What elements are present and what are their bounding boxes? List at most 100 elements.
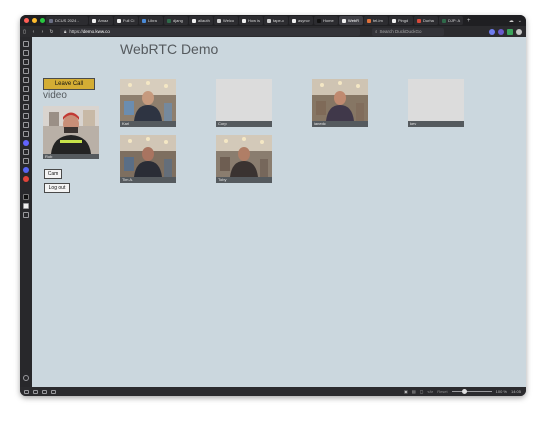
tab-label: asyncr [298,18,310,23]
extension-icon-1[interactable] [489,28,495,35]
browser-sidebar [20,37,32,387]
chat-icon[interactable] [23,104,29,110]
browser-tab[interactable]: Amaz [89,16,113,25]
tab-favicon-icon [317,18,321,23]
browser-tab[interactable]: Durha [414,16,438,25]
profile-avatar[interactable] [516,28,522,35]
bookmarks-icon[interactable] [23,41,29,47]
web-panel-icon-2[interactable] [23,176,29,182]
tab-list: DCUS 2024 - Amaz Full Ci Libra djang allauth W… [46,16,464,25]
browser-tab[interactable]: tel-im [364,16,388,25]
window-panel-icon[interactable] [23,95,29,101]
translate-icon[interactable] [23,149,29,155]
search-field[interactable]: ⌕ Search DuckDuckGo [372,27,444,36]
x-icon[interactable] [23,194,29,200]
tab-favicon-icon [292,18,296,23]
tab-label: tel-im [373,18,383,23]
window-menu-icon[interactable]: ⌄ [518,18,522,24]
mastodon-icon[interactable] [23,140,29,146]
tab-favicon-icon [267,18,271,23]
web-panel-icon-3[interactable] [23,203,29,209]
tab-label: djang [173,18,183,23]
browser-tab[interactable]: How is [239,16,263,25]
extension-icon-2[interactable] [498,28,504,35]
capture-status-icon[interactable] [51,389,56,394]
tab-label: Home [323,18,334,23]
browser-tab[interactable]: DJP: A [439,16,463,25]
browser-tab[interactable]: asyncr [289,16,313,25]
logout-button[interactable]: Log out [44,183,70,193]
tab-favicon-icon [92,18,96,23]
participant-name-label: ianedc [312,121,368,127]
tab-favicon-icon [392,18,396,23]
tab-label: Full Ci [123,18,135,23]
capture-icon[interactable] [23,86,29,92]
tab-favicon-icon [342,18,346,23]
minimize-window-icon[interactable] [32,18,37,23]
maximize-window-icon[interactable] [40,18,45,23]
tab-tiling-icon[interactable] [42,389,47,394]
leave-call-button[interactable]: Leave Call [43,78,95,90]
participant-name-label: kev [408,121,464,127]
tab-label: allauth [198,18,210,23]
tab-favicon-icon [367,18,371,23]
close-window-icon[interactable] [24,18,29,23]
sidebar-toggle-icon[interactable]: ▯ [20,29,29,35]
cloud-sync-icon[interactable] [33,389,38,394]
tab-label: Amaz [98,18,109,23]
tab-label: How is [248,18,261,23]
browser-tab[interactable]: Full Ci [114,16,138,25]
new-tab-button[interactable]: + [464,18,474,24]
browser-tab[interactable]: DCUS 2024 - [46,16,88,25]
tab-strip: DCUS 2024 - Amaz Full Ci Libra djang allauth W… [20,15,526,26]
window-icon[interactable]: ▢ [420,389,424,394]
browser-tab[interactable]: WebR [339,16,363,25]
cam-button[interactable]: Cam [44,169,62,179]
zoom-reset-button[interactable]: Reset [437,389,447,394]
reload-icon[interactable]: ↻ [47,29,56,35]
tab-favicon-icon [167,18,171,23]
back-icon[interactable]: ‹ [29,29,38,35]
code-icon[interactable]: </> [427,389,433,394]
participant-video [216,135,272,177]
tasks-icon[interactable] [23,158,29,164]
web-panel-icon-1[interactable] [23,167,29,173]
browser-tab[interactable]: djang [164,16,188,25]
status-bar: ▣ ▤ ▢ </> Reset 100 % 14:05 [20,387,526,396]
browser-tab[interactable]: Welco [214,16,238,25]
participant-tile: Tim A. [120,135,176,183]
status-right-tools: ▣ ▤ ▢ </> Reset 100 % 14:05 [404,389,526,394]
self-name-label: Rob [43,154,99,159]
browser-tab[interactable]: Pingd [389,16,413,25]
feeds-icon[interactable] [23,131,29,137]
extension-icon-3[interactable] [507,28,513,35]
browser-tab[interactable]: tape-c [264,16,288,25]
history-icon[interactable] [23,68,29,74]
downloads-icon[interactable] [23,59,29,65]
add-panel-icon[interactable] [23,212,29,218]
settings-icon[interactable] [23,375,29,381]
calendar-icon[interactable] [23,122,29,128]
zoom-slider[interactable] [451,389,492,394]
tab-label: Pingd [398,18,409,23]
cloud-icon[interactable]: ☁ [509,18,514,24]
forward-icon[interactable]: › [38,29,47,35]
participant-name-label: Toby [216,177,272,183]
browser-tab[interactable]: allauth [189,16,213,25]
clock: 14:05 [510,389,521,394]
reading-list-icon[interactable] [23,50,29,56]
tab-favicon-icon [142,18,146,23]
page-viewport: WebRTC Demo Leave Call video Rob Cam Log… [32,37,526,387]
panel-toggle-icon[interactable] [24,389,29,394]
tab-favicon-icon [442,18,446,23]
video-heading: video [43,90,67,101]
notes-icon[interactable] [23,77,29,83]
url-bar[interactable]: 🔒︎ https:// demo.kww.co [60,27,360,36]
browser-tab[interactable]: Libra [139,16,163,25]
participant-tile: Toby [216,135,272,183]
browser-tab[interactable]: Home [314,16,338,25]
mail-icon[interactable] [23,113,29,119]
page-actions-icon[interactable]: ▣ [404,389,408,394]
images-icon[interactable]: ▤ [412,389,416,394]
zoom-slider-knob[interactable] [461,389,467,394]
